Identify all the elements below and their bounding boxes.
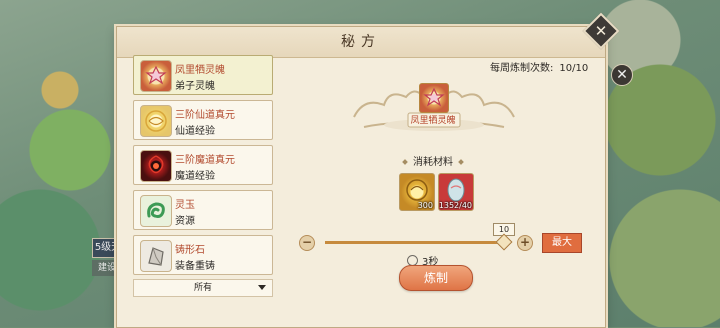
material-count: 1352/40 — [438, 201, 472, 210]
filter-dropdown[interactable]: 所有 — [133, 279, 273, 297]
materials-title: 消耗材料 — [383, 153, 483, 168]
filter-label: 所有 — [193, 283, 212, 293]
background-close-icon[interactable]: ✕ — [611, 64, 633, 86]
recipe-category: 弟子灵魄 — [175, 81, 215, 92]
material-egg[interactable]: 1352/40 — [438, 173, 474, 211]
decrease-button[interactable]: − — [299, 235, 315, 251]
material-gold-coin[interactable]: 300 — [399, 173, 435, 211]
recipe-name: 灵玉 — [175, 200, 195, 211]
close-icon: ✕ — [594, 22, 608, 40]
craft-button[interactable]: 炼制 — [399, 265, 473, 291]
weekly-value: 10/10 — [559, 63, 589, 74]
selected-item-name: 凤里牺灵魄 — [410, 116, 456, 126]
panel-title: 秘方 — [117, 27, 605, 58]
recipe-category: 魔道经验 — [175, 171, 215, 182]
slider-fill — [325, 241, 505, 244]
recipe-item-immortal-essence[interactable]: 三阶仙道真元 仙道经验 — [133, 100, 273, 140]
recipe-panel: 秘方 凤里牺灵魄 弟子灵魄 三阶仙道真元 仙道经验 三阶魔道真元 魔道经验 灵玉… — [116, 26, 606, 328]
recipe-name: 三阶魔道真元 — [175, 155, 235, 166]
spirit-jade-icon — [140, 195, 172, 227]
phoenix-soul-icon — [140, 60, 172, 92]
demon-essence-icon — [140, 150, 172, 182]
quantity-slider[interactable] — [325, 241, 505, 244]
recipe-item-demon-essence[interactable]: 三阶魔道真元 魔道经验 — [133, 145, 273, 185]
material-count: 300 — [417, 201, 433, 210]
recipe-name: 铸形石 — [175, 245, 205, 256]
immortal-essence-icon — [140, 105, 172, 137]
recipe-category: 资源 — [175, 216, 195, 227]
recipe-item-phoenix-soul[interactable]: 凤里牺灵魄 弟子灵魄 — [133, 55, 273, 95]
forging-stone-icon — [140, 240, 172, 272]
phoenix-soul-icon[interactable] — [419, 83, 449, 113]
max-button[interactable]: 最大 — [542, 233, 582, 253]
chevron-down-icon — [258, 285, 266, 290]
recipe-list: 凤里牺灵魄 弟子灵魄 三阶仙道真元 仙道经验 三阶魔道真元 魔道经验 灵玉 资源 — [133, 55, 273, 297]
increase-button[interactable]: + — [517, 235, 533, 251]
recipe-name: 凤里牺灵魄 — [175, 65, 225, 76]
slider-handle[interactable] — [495, 233, 513, 251]
recipe-name: 三阶仙道真元 — [175, 110, 235, 121]
recipe-category: 仙道经验 — [175, 126, 215, 137]
recipe-category: 装备重铸 — [175, 261, 215, 272]
recipe-item-spirit-jade[interactable]: 灵玉 资源 — [133, 190, 273, 230]
recipe-item-forging-stone[interactable]: 铸形石 装备重铸 — [133, 235, 273, 275]
